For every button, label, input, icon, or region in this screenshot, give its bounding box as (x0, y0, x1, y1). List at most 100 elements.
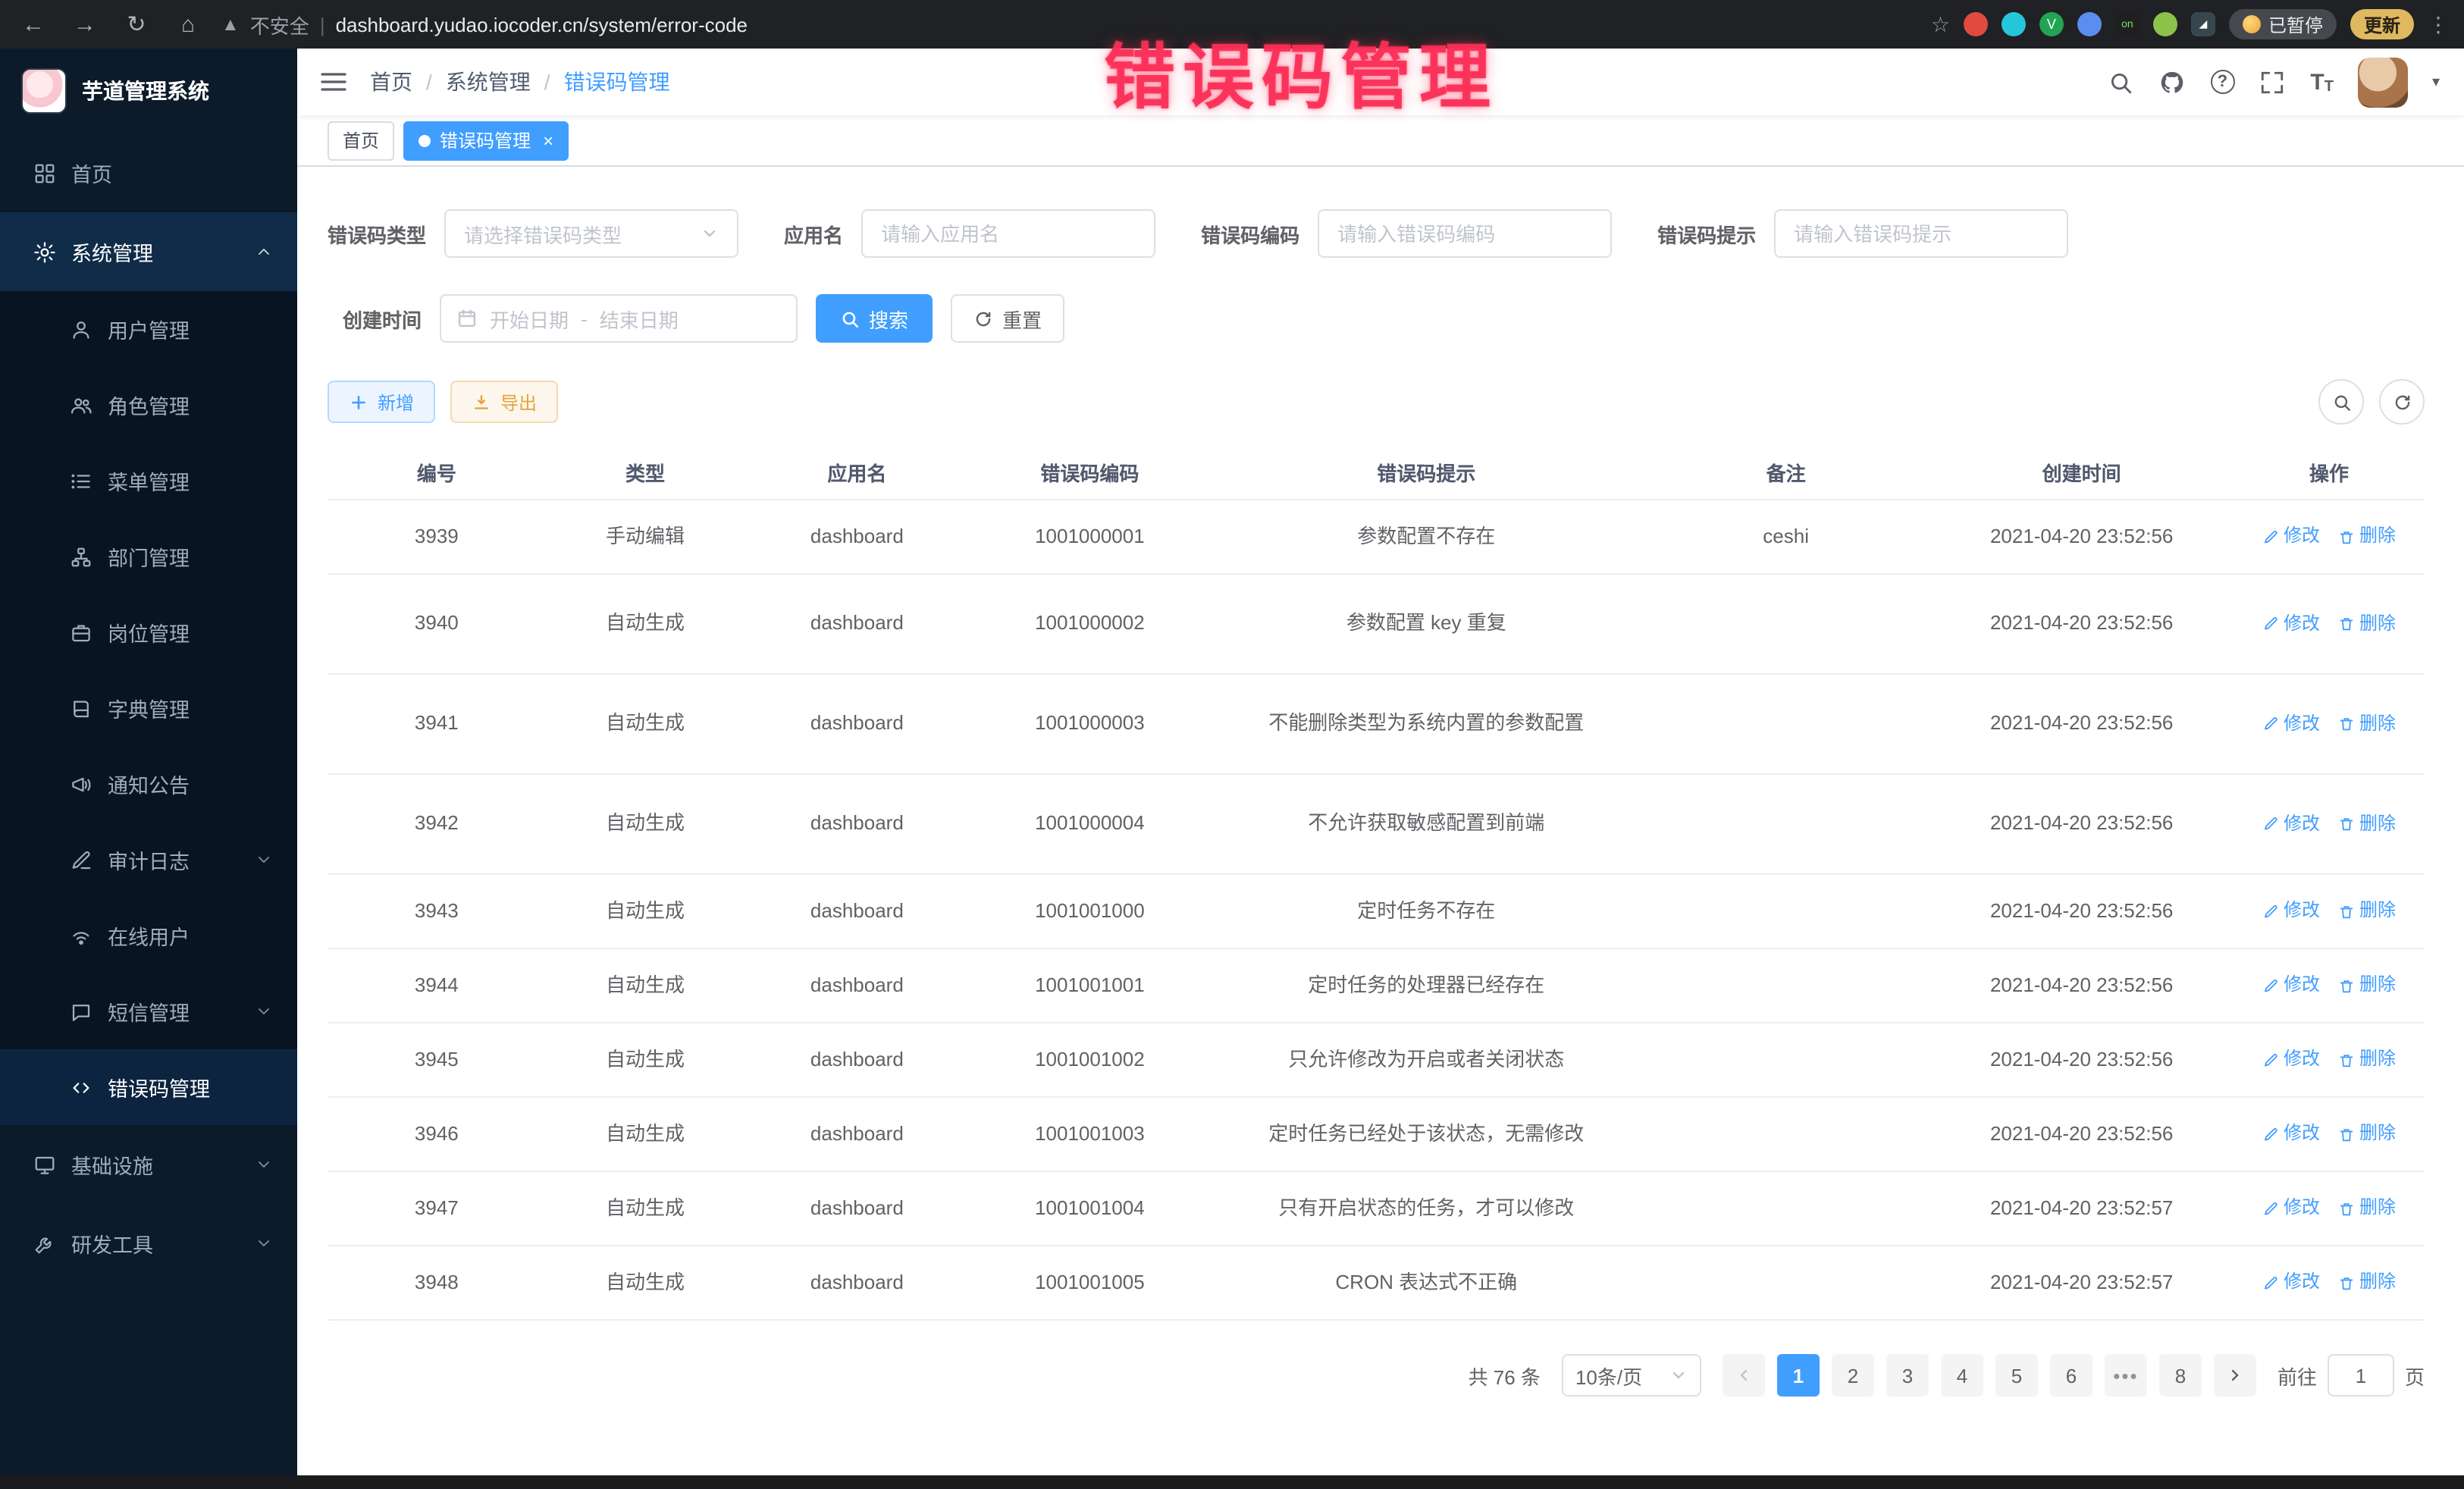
app-logo-row[interactable]: 芋道管理系统 (0, 49, 297, 133)
bookmark-star-icon[interactable]: ☆ (1931, 11, 1950, 37)
reset-button[interactable]: 重置 (951, 294, 1064, 343)
sidebar-item-部门管理[interactable]: 部门管理 (0, 519, 297, 594)
edit-link[interactable]: 修改 (2262, 1045, 2320, 1074)
chevron-down-icon[interactable]: ▾ (2432, 74, 2440, 90)
extension-blue-icon[interactable] (2077, 12, 2102, 36)
delete-link[interactable]: 删除 (2338, 522, 2396, 551)
delete-link[interactable]: 删除 (2338, 1268, 2396, 1297)
delete-link[interactable]: 删除 (2338, 810, 2396, 839)
col-id: 编号 (328, 452, 546, 493)
fullscreen-icon[interactable] (2259, 68, 2286, 96)
reload-icon[interactable]: ↻ (118, 6, 155, 42)
export-button[interactable]: 导出 (450, 381, 558, 423)
extension-green-check-icon[interactable]: V (2039, 12, 2064, 36)
edit-link[interactable]: 修改 (2262, 1194, 2320, 1223)
trash-icon (2338, 1052, 2355, 1068)
cell-type: 自动生成 (546, 1183, 745, 1234)
edit-link[interactable]: 修改 (2262, 710, 2320, 738)
delete-link[interactable]: 删除 (2338, 971, 2396, 1000)
pager-page-1[interactable]: 1 (1777, 1354, 1820, 1397)
prev-page-button[interactable] (1723, 1354, 1765, 1397)
delete-link[interactable]: 删除 (2338, 1194, 2396, 1223)
font-size-icon[interactable]: TT (2310, 69, 2334, 95)
sidebar-item-首页[interactable]: 首页 (0, 133, 297, 212)
pencil-icon (2262, 528, 2279, 545)
sidebar-item-审计日志[interactable]: 审计日志 (0, 822, 297, 898)
url-text[interactable]: dashboard.yudao.iocoder.cn/system/error-… (336, 13, 748, 36)
sidebar-item-岗位管理[interactable]: 岗位管理 (0, 594, 297, 670)
delete-link[interactable]: 删除 (2338, 710, 2396, 738)
error-type-select[interactable]: 请选择错误码类型 (444, 209, 738, 258)
sidebar-item-通知公告[interactable]: 通知公告 (0, 746, 297, 822)
back-icon[interactable]: ← (15, 6, 52, 42)
extension-on-icon[interactable]: on (2115, 12, 2140, 36)
help-icon[interactable]: ? (2210, 70, 2234, 94)
toggle-search-button[interactable] (2318, 379, 2364, 425)
search-button[interactable]: 搜索 (816, 294, 933, 343)
sidebar-item-错误码管理[interactable]: 错误码管理 (0, 1049, 297, 1125)
extension-pin-icon[interactable]: ◢ (2191, 12, 2215, 36)
sidebar-item-用户管理[interactable]: 用户管理 (0, 291, 297, 367)
next-page-button[interactable] (2214, 1354, 2256, 1397)
edit-link[interactable]: 修改 (2262, 1120, 2320, 1149)
date-range-picker[interactable]: 开始日期 - 结束日期 (440, 294, 798, 343)
col-time: 创建时间 (1930, 452, 2234, 493)
sidebar-item-在线用户[interactable]: 在线用户 (0, 898, 297, 973)
pager-page-5[interactable]: 5 (1995, 1354, 2038, 1397)
error-code-input[interactable] (1318, 209, 1612, 258)
delete-link[interactable]: 删除 (2338, 1045, 2396, 1074)
error-tip-input[interactable] (1774, 209, 2068, 258)
paused-badge[interactable]: 已暂停 (2229, 9, 2337, 39)
address-bar[interactable]: ▲ 不安全 | dashboard.yudao.iocoder.cn/syste… (221, 10, 1916, 39)
pager-page-4[interactable]: 4 (1941, 1354, 1983, 1397)
page-size-select[interactable]: 10条/页 (1562, 1354, 1701, 1397)
delete-link[interactable]: 删除 (2338, 610, 2396, 638)
tab-home[interactable]: 首页 (328, 121, 394, 160)
goto-page-input[interactable] (2328, 1354, 2394, 1397)
app-name-input[interactable] (861, 209, 1155, 258)
top-navbar: 首页 / 系统管理 / 错误码管理 ? (297, 49, 2464, 115)
sidebar-item-研发工具[interactable]: 研发工具 (0, 1204, 297, 1283)
pager-page-6[interactable]: 6 (2050, 1354, 2093, 1397)
sidebar-item-字典管理[interactable]: 字典管理 (0, 670, 297, 746)
sidebar-item-基础设施[interactable]: 基础设施 (0, 1125, 297, 1204)
avatar[interactable] (2358, 57, 2408, 107)
sidebar-item-菜单管理[interactable]: 菜单管理 (0, 443, 297, 519)
tab-error-code[interactable]: 错误码管理 × (403, 121, 569, 160)
collapse-sidebar-icon[interactable] (318, 67, 349, 97)
browser-menu-icon[interactable]: ⋮ (2428, 11, 2449, 37)
update-button[interactable]: 更新 (2350, 9, 2414, 39)
close-icon[interactable]: × (543, 130, 553, 151)
breadcrumb-system[interactable]: 系统管理 (446, 67, 531, 97)
cell-tip: 只允许修改为开启或者关闭状态 (1210, 1035, 1642, 1085)
pager-page-3[interactable]: 3 (1886, 1354, 1929, 1397)
edit-link[interactable]: 修改 (2262, 810, 2320, 839)
search-icon[interactable] (2107, 68, 2134, 96)
edit-link[interactable]: 修改 (2262, 897, 2320, 926)
edit-link[interactable]: 修改 (2262, 610, 2320, 638)
security-label[interactable]: 不安全 (250, 10, 309, 39)
forward-icon[interactable]: → (67, 6, 103, 42)
sidebar-item-系统管理[interactable]: 系统管理 (0, 212, 297, 291)
edit-link[interactable]: 修改 (2262, 1268, 2320, 1297)
github-icon[interactable] (2158, 68, 2186, 96)
pager-page-2[interactable]: 2 (1832, 1354, 1874, 1397)
cell-type: 自动生成 (546, 799, 745, 849)
extension-red-icon[interactable] (1964, 12, 1988, 36)
breadcrumb-home[interactable]: 首页 (370, 67, 412, 97)
extension-leaf-icon[interactable] (2153, 12, 2177, 36)
pager-page-8[interactable]: 8 (2159, 1354, 2202, 1397)
home-icon[interactable]: ⌂ (170, 6, 206, 42)
sidebar-item-角色管理[interactable]: 角色管理 (0, 367, 297, 443)
edit-link[interactable]: 修改 (2262, 971, 2320, 1000)
sidebar: 芋道管理系统 首页 系统管理 用户管理 角色管理 菜单管理 部门管理 岗位管理 … (0, 49, 297, 1475)
pager-ellipsis[interactable]: ••• (2105, 1354, 2147, 1397)
edit-link[interactable]: 修改 (2262, 522, 2320, 551)
add-button[interactable]: 新增 (328, 381, 435, 423)
sidebar-item-短信管理[interactable]: 短信管理 (0, 973, 297, 1049)
delete-link[interactable]: 删除 (2338, 1120, 2396, 1149)
table-row: 3947 自动生成 dashboard 1001001004 只有开启状态的任务… (328, 1172, 2425, 1246)
refresh-table-button[interactable] (2379, 379, 2425, 425)
delete-link[interactable]: 删除 (2338, 897, 2396, 926)
extension-cyan-icon[interactable] (2002, 12, 2026, 36)
